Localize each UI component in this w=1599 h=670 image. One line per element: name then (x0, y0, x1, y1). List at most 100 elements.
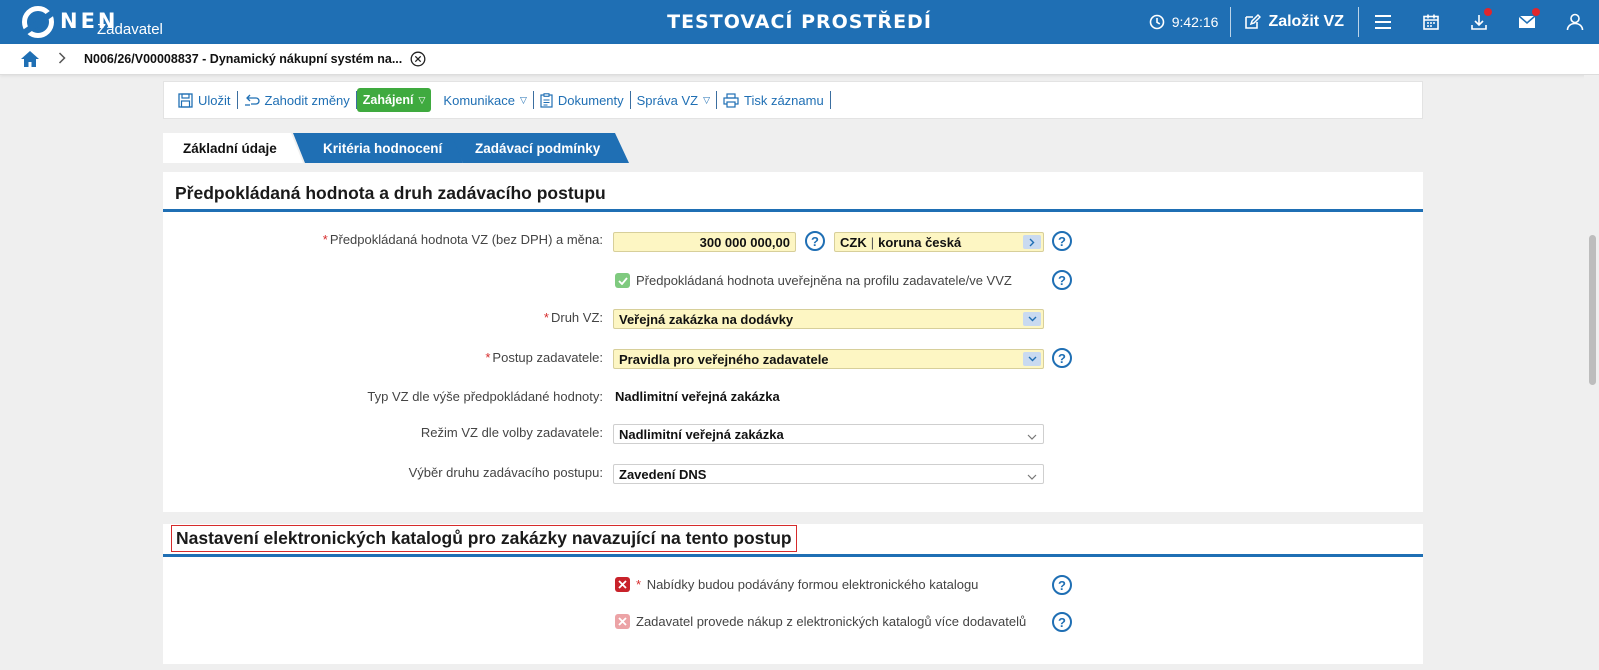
download-icon (1471, 15, 1487, 30)
help-icon[interactable]: ? (1052, 231, 1072, 251)
top-bar: NEN Zadavatel TESTOVACÍ PROSTŘEDÍ 9:42:1… (0, 0, 1599, 44)
currency-code: CZK (840, 234, 867, 250)
help-icon[interactable]: ? (1052, 612, 1072, 632)
close-record-button[interactable] (410, 51, 426, 70)
required-marker: * (543, 310, 549, 325)
currency-select[interactable]: CZK | koruna česká (834, 232, 1044, 252)
menu-icon (1375, 15, 1391, 29)
selection-value: Zavedení DNS (619, 466, 707, 482)
size-type-value: Nadlimitní veřejná zakázka (615, 389, 780, 404)
record-tabs: Zadávací podmínky Kritéria hodnocení Zák… (163, 133, 643, 163)
home-button[interactable] (20, 50, 40, 71)
downloads-button[interactable] (1455, 0, 1503, 44)
cross-icon (618, 617, 627, 626)
calendar-button[interactable] (1407, 0, 1455, 44)
type-label: * Druh VZ: (543, 310, 603, 325)
dropdown-triangle-icon: ▽ (519, 94, 527, 105)
print-label: Tisk záznamu (743, 92, 824, 108)
selection-select[interactable]: Zavedení DNS (613, 464, 1044, 484)
chevron-down-icon (1027, 468, 1037, 483)
undo-icon (244, 94, 260, 106)
regime-label: Režim VZ dle volby zadavatele: (420, 425, 603, 440)
chevron-down-icon (1027, 428, 1037, 443)
chevron-right-icon[interactable] (1023, 235, 1041, 249)
management-label: Správa VZ (636, 92, 699, 108)
multi-supplier-checkbox[interactable] (615, 614, 630, 629)
type-select[interactable]: Veřejná zakázka na dodávky (613, 309, 1044, 329)
procedure-value: Pravidla pro veřejného zadavatele (619, 351, 829, 367)
help-icon[interactable]: ? (1052, 270, 1072, 290)
home-icon (21, 51, 39, 67)
currency-name: koruna česká (878, 234, 962, 250)
printer-icon (723, 92, 739, 108)
user-icon (1566, 13, 1584, 31)
help-icon[interactable]: ? (1052, 575, 1072, 595)
scrollbar-thumb[interactable] (1589, 235, 1596, 385)
topbar-actions: 9:42:16 Založit VZ (1149, 0, 1599, 44)
section-title: Nastavení elektronických katalogů pro za… (171, 525, 797, 552)
regime-select[interactable]: Nadlimitní veřejná zakázka (613, 424, 1044, 444)
estimated-value-label: * Předpokládaná hodnota VZ (bez DPH) a mě… (322, 232, 603, 247)
estimated-value-section: Předpokládaná hodnota a druh zadávacího … (163, 172, 1423, 512)
section-title: Předpokládaná hodnota a druh zadávacího … (175, 183, 606, 203)
download-badge (1484, 8, 1492, 16)
published-label: Předpokládaná hodnota uveřejněna na prof… (636, 273, 1012, 288)
section-rule (163, 209, 1423, 212)
create-vz-button[interactable]: Založit VZ (1231, 13, 1358, 31)
start-menu-button[interactable]: Zahájení ▽ (356, 88, 432, 112)
clock-time: 9:42:16 (1171, 14, 1219, 30)
menu-button[interactable] (1359, 0, 1407, 44)
documents-label: Dokumenty (557, 92, 624, 108)
create-vz-label: Založit VZ (1268, 13, 1344, 30)
user-button[interactable] (1551, 0, 1599, 44)
help-icon[interactable]: ? (1052, 348, 1072, 368)
catalog-offers-label: * Nabídky budou podávány formou elektron… (636, 577, 979, 592)
divider (829, 91, 831, 109)
section-rule (163, 554, 1423, 557)
discard-label: Zahodit změny (264, 92, 350, 108)
save-icon (178, 92, 193, 108)
electronic-catalogs-section: Nastavení elektronických katalogů pro za… (163, 524, 1423, 664)
chevron-down-icon[interactable] (1023, 352, 1041, 366)
chevron-right-icon (58, 52, 66, 67)
print-button[interactable]: Tisk záznamu (717, 89, 830, 111)
type-value: Veřejná zakázka na dodávky (619, 311, 794, 327)
session-clock: 9:42:16 (1149, 14, 1231, 30)
required-marker: * (322, 232, 328, 247)
cross-icon (618, 580, 627, 589)
mail-badge (1532, 8, 1540, 16)
separator: | (870, 234, 875, 250)
checkmark-icon (617, 276, 628, 285)
tab-evaluation-criteria[interactable]: Kritéria hodnocení (293, 133, 463, 163)
discard-changes-button[interactable]: Zahodit změny (238, 89, 356, 111)
breadcrumb: N006/26/V00008837 - Dynamický nákupní sy… (0, 44, 1599, 75)
management-menu-button[interactable]: Správa VZ ▽ (631, 89, 716, 111)
tab-basic-info[interactable]: Základní údaje (163, 133, 303, 163)
clock-icon (1149, 14, 1165, 30)
catalog-offers-checkbox[interactable] (615, 577, 630, 592)
save-button[interactable]: Uložit (172, 89, 237, 111)
procedure-select[interactable]: Pravidla pro veřejného zadavatele (613, 349, 1044, 369)
chevron-down-icon[interactable] (1023, 312, 1041, 326)
regime-value: Nadlimitní veřejná zakázka (619, 426, 784, 442)
save-label: Uložit (198, 92, 231, 108)
published-checkbox[interactable] (615, 273, 630, 288)
communication-menu-button[interactable]: Komunikace ▽ (437, 89, 532, 111)
selection-label: Výběr druhu zadávacího postupu: (408, 465, 603, 480)
required-marker: * (636, 577, 642, 592)
dropdown-triangle-icon: ▽ (418, 94, 426, 105)
tab-tender-conditions[interactable]: Zadávací podmínky (449, 133, 629, 163)
documents-button[interactable]: Dokumenty (534, 89, 630, 111)
close-circle-icon (410, 51, 426, 67)
messages-button[interactable] (1503, 0, 1551, 44)
procedure-label: * Postup zadavatele: (485, 350, 603, 365)
calendar-icon (1423, 14, 1439, 30)
size-type-label: Typ VZ dle výše předpokládané hodnoty: (367, 389, 603, 404)
dropdown-triangle-icon: ▽ (703, 94, 710, 105)
clipboard-icon (540, 92, 553, 108)
breadcrumb-current[interactable]: N006/26/V00008837 - Dynamický nákupní sy… (84, 52, 402, 66)
communication-label: Komunikace (443, 92, 515, 108)
help-icon[interactable]: ? (805, 231, 825, 251)
estimated-value-input[interactable]: 300 000 000,00 (613, 232, 796, 252)
record-toolbar: Uložit Zahodit změny Zahájení ▽ Komunika… (163, 81, 1423, 119)
